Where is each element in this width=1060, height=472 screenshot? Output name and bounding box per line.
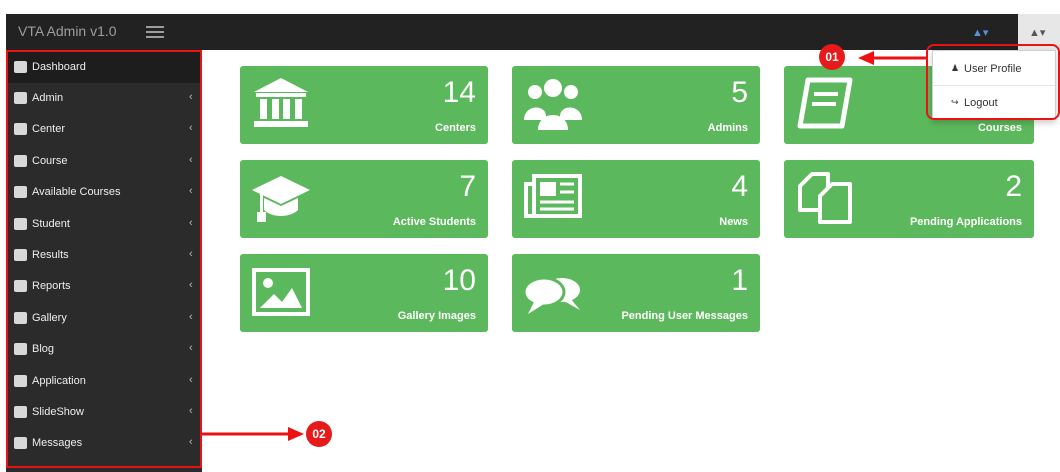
arrow-01-head (858, 51, 874, 65)
callout-arrows (202, 51, 926, 441)
callout-01: 01 (819, 44, 845, 70)
arrow-02-head (288, 427, 304, 441)
callout-02: 02 (306, 421, 332, 447)
